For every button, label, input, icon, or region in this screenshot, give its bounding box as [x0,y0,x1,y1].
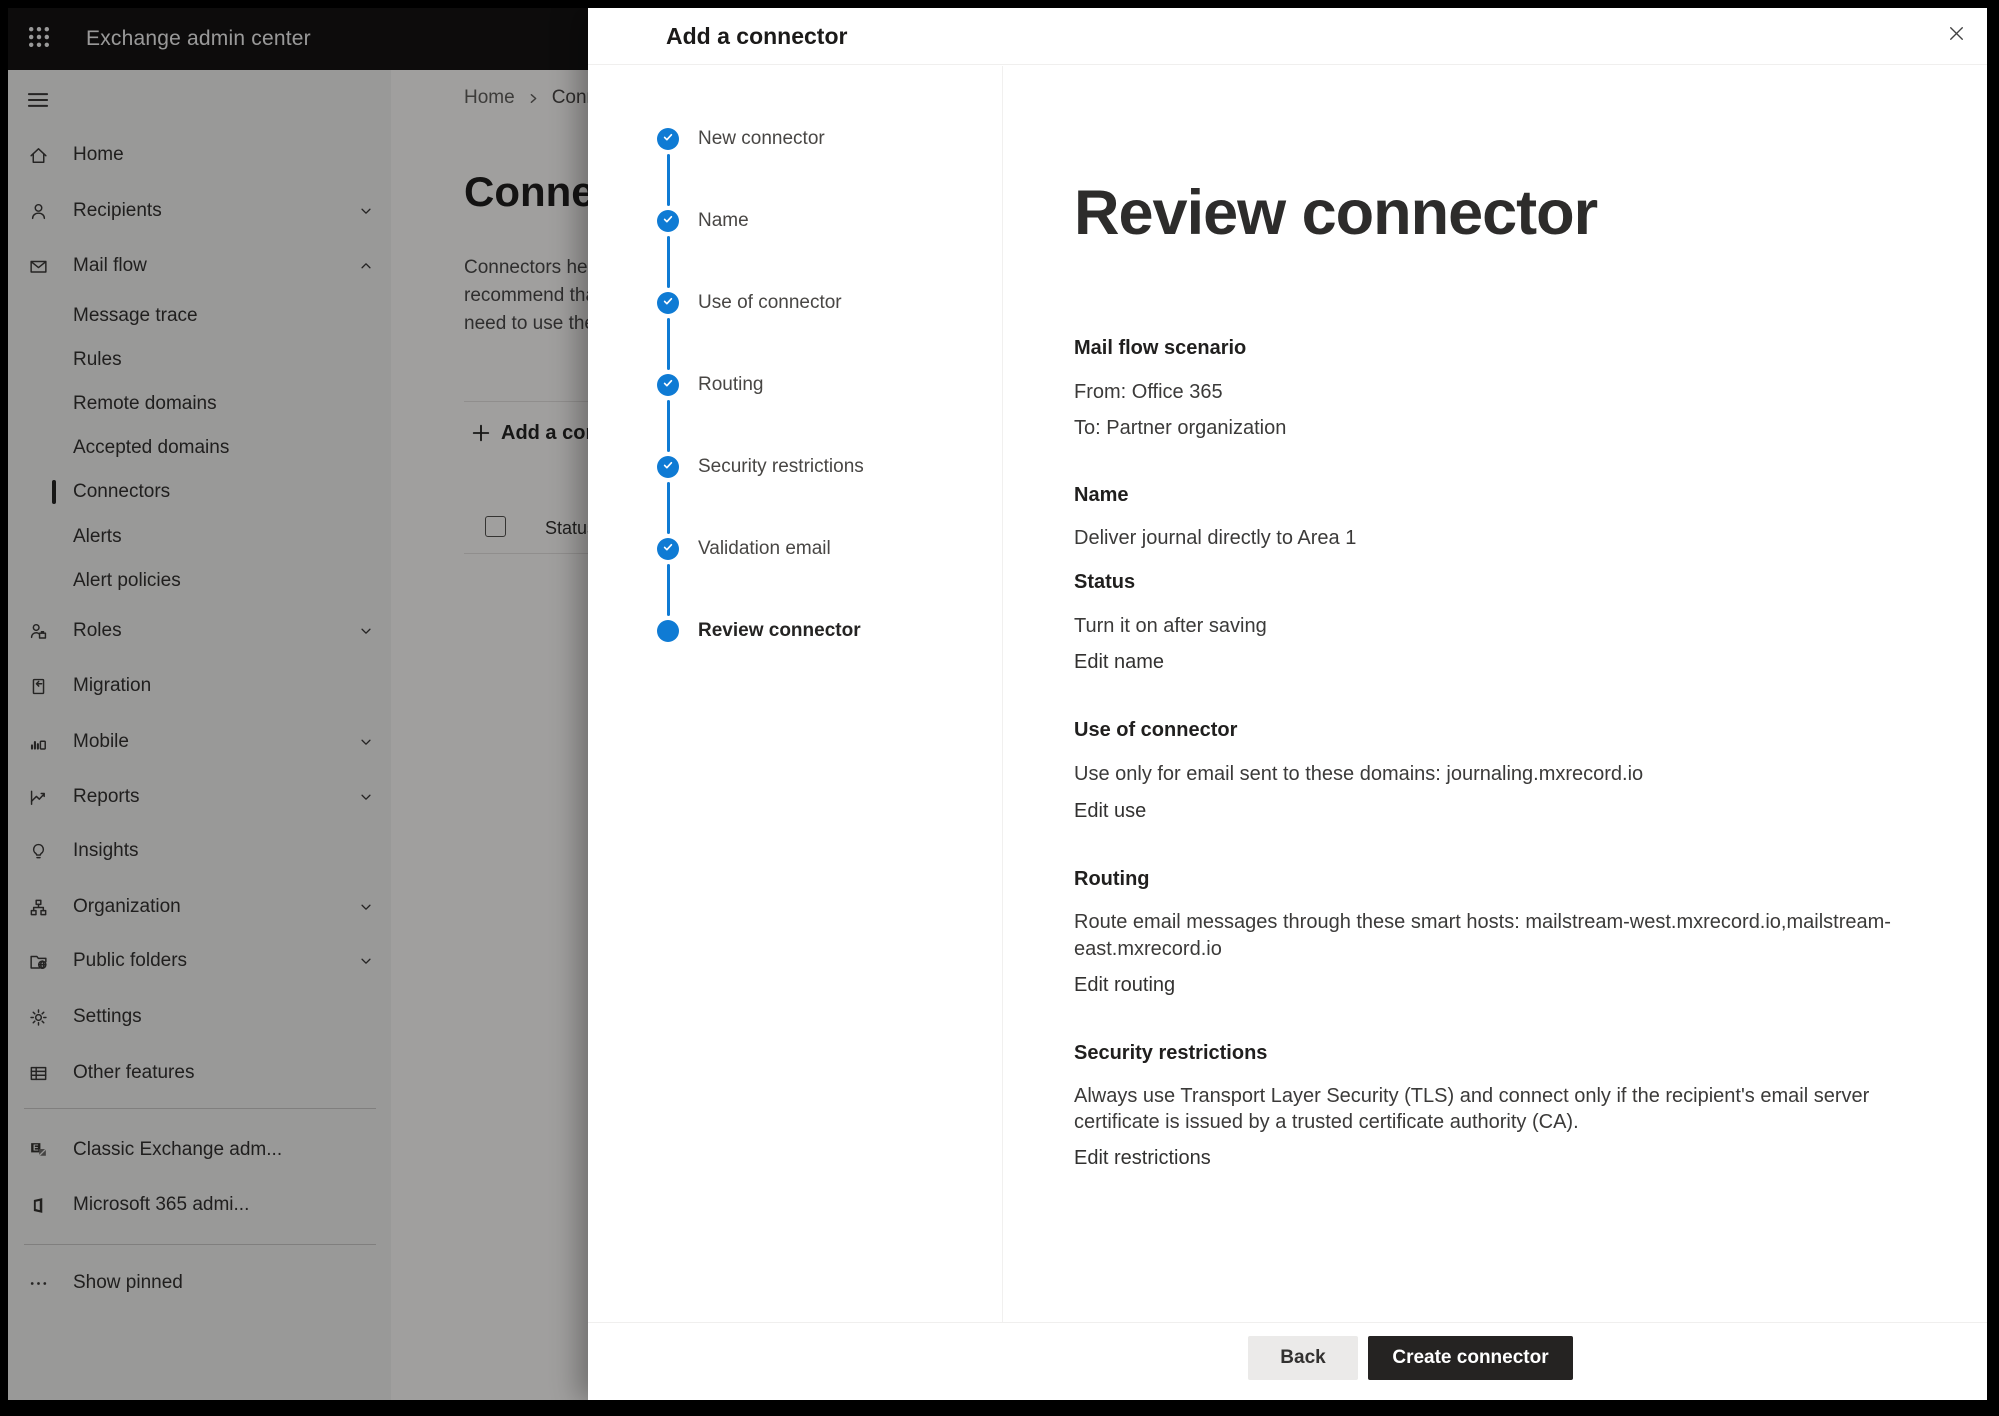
step-completed-circle [657,538,679,560]
check-icon [661,376,675,395]
step-connector-line [667,236,670,288]
add-connector-dialog: Add a connector New connector Name Use of … [588,8,1987,1400]
exchange-admin-app: Exchange admin center HomeRecipientsMail… [8,8,1987,1400]
edit-use-link[interactable]: Edit use [1074,798,1146,824]
name-value: Deliver journal directly to Area 1 [1074,525,1356,551]
step-connector-line [667,318,670,370]
check-icon [661,212,675,231]
step-active-circle [657,620,679,642]
step-completed-circle [657,128,679,150]
edit-name-link[interactable]: Edit name [1074,649,1164,675]
wizard-step-validation-email[interactable]: Validation email [588,535,1002,563]
modal-overlay [8,8,588,1400]
review-heading: Review connector [1074,177,1597,249]
use-of-connector-header: Use of connector [1074,717,1237,743]
status-value: Turn it on after saving [1074,613,1267,639]
mail-flow-scenario-header: Mail flow scenario [1074,335,1246,361]
step-label: Routing [698,374,764,396]
dialog-footer: Back Create connector [588,1322,1987,1400]
screen-frame: Exchange admin center HomeRecipientsMail… [0,0,1999,1416]
step-label: Name [698,210,749,232]
edit-restrictions-link[interactable]: Edit restrictions [1074,1145,1211,1171]
close-icon [1946,23,1967,49]
step-connector-line [667,564,670,616]
close-button[interactable] [1939,19,1973,53]
use-of-connector-value: Use only for email sent to these domains… [1074,761,1643,787]
status-header: Status [1074,569,1135,595]
step-connector-line [667,154,670,206]
check-icon [661,540,675,559]
mail-flow-from: From: Office 365 [1074,379,1223,405]
check-icon [661,130,675,149]
check-icon [661,458,675,477]
step-completed-circle [657,210,679,232]
create-connector-button[interactable]: Create connector [1368,1336,1573,1380]
check-icon [661,294,675,313]
wizard-step-name[interactable]: Name [588,207,1002,235]
security-restrictions-value: Always use Transport Layer Security (TLS… [1074,1083,1922,1135]
step-completed-circle [657,456,679,478]
step-completed-circle [657,292,679,314]
edit-routing-link[interactable]: Edit routing [1074,972,1175,998]
step-connector-line [667,482,670,534]
wizard-step-routing[interactable]: Routing [588,371,1002,399]
dialog-header: Add a connector [588,8,1987,65]
wizard-step-security-restrictions[interactable]: Security restrictions [588,453,1002,481]
wizard-steps-panel: New connector Name Use of connector Routing… [588,66,1003,1322]
wizard-step-review-connector[interactable]: Review connector [588,617,1002,645]
wizard-step-use-of-connector[interactable]: Use of connector [588,289,1002,317]
step-label: Validation email [698,538,831,560]
step-completed-circle [657,374,679,396]
step-connector-line [667,400,670,452]
security-restrictions-header: Security restrictions [1074,1040,1267,1066]
wizard-step-new-connector[interactable]: New connector [588,125,1002,153]
name-header: Name [1074,482,1128,508]
step-label: Security restrictions [698,456,864,478]
step-label: Review connector [698,620,861,642]
routing-header: Routing [1074,866,1150,892]
step-label: Use of connector [698,292,842,314]
back-button[interactable]: Back [1248,1336,1358,1380]
step-label: New connector [698,128,825,150]
mail-flow-to: To: Partner organization [1074,415,1286,441]
routing-value: Route email messages through these smart… [1074,909,1922,963]
dialog-title: Add a connector [666,8,847,65]
